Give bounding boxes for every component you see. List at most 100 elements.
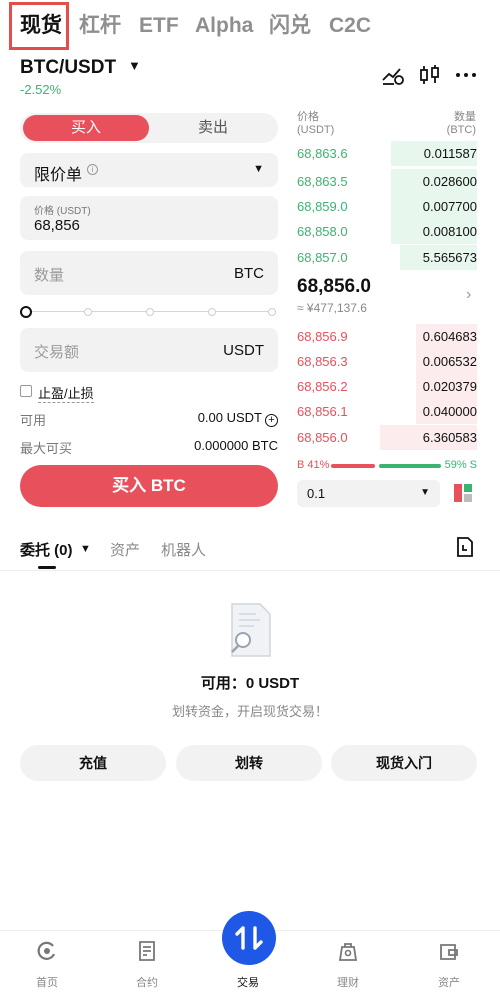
buy-tab[interactable]: 买入 xyxy=(23,115,149,141)
tab-convert[interactable]: 闪兑 xyxy=(269,12,311,40)
empty-hint: 划转资金，开启现货交易！ xyxy=(171,704,328,719)
total-input[interactable]: 交易额 USDT xyxy=(20,328,278,372)
nav-trade-label: 交易 xyxy=(237,977,259,989)
nav-assets[interactable]: 资产 xyxy=(399,931,499,1008)
bid-price: 68,856.2 xyxy=(297,379,348,394)
info-icon[interactable]: i xyxy=(87,164,98,175)
slider-stop-50[interactable] xyxy=(146,308,154,316)
sell-tab[interactable]: 卖出 xyxy=(151,115,275,141)
precision-select[interactable]: 0.1 ▼ xyxy=(297,480,440,507)
candlestick-icon[interactable] xyxy=(418,64,442,86)
buy-btc-button[interactable]: 买入 BTC xyxy=(20,465,278,507)
ask-qty: 0.011587 xyxy=(423,146,477,161)
ask-row[interactable]: 68,858.0 0.008100 xyxy=(297,219,477,244)
amount-input[interactable]: 数量 BTC xyxy=(20,251,278,295)
price-input-value[interactable]: 68,856 xyxy=(34,217,80,234)
available-row: 可用 0.00 USDT + xyxy=(20,410,278,428)
transfer-button[interactable]: 划转 xyxy=(176,745,322,781)
more-icon[interactable] xyxy=(454,64,478,86)
ask-qty: 5.565673 xyxy=(422,250,477,265)
nav-futures[interactable]: 合约 xyxy=(97,931,197,1008)
ask-qty: 0.007700 xyxy=(422,199,477,214)
slider-handle[interactable] xyxy=(20,306,32,318)
max-buy-row: 最大可买 0.000000 BTC xyxy=(20,438,278,456)
pair-selector[interactable]: BTC/USDT xyxy=(20,56,116,80)
qty-header-unit: (BTC) xyxy=(446,124,476,136)
available-value-wrap: 0.00 USDT + xyxy=(198,410,278,427)
amount-percent-slider[interactable] xyxy=(20,305,278,319)
futures-icon xyxy=(139,941,155,961)
trade-fab[interactable] xyxy=(222,911,276,965)
available-label: 可用 xyxy=(20,413,47,428)
order-type-label: 限价单 xyxy=(34,167,83,184)
slider-stop-100[interactable] xyxy=(268,308,276,316)
bid-row[interactable]: 68,856.2 0.020379 xyxy=(297,374,477,399)
tab-assets[interactable]: 资产 xyxy=(110,539,140,560)
tpsl-label[interactable]: 止盈/止损 xyxy=(38,383,94,403)
tab-bots[interactable]: 机器人 xyxy=(161,539,206,560)
nav-futures-label: 合约 xyxy=(136,977,158,989)
max-buy-value: 0.000000 BTC xyxy=(194,438,278,453)
bid-row[interactable]: 68,856.3 0.006532 xyxy=(297,349,477,374)
spot-guide-button[interactable]: 现货入门 xyxy=(331,745,477,781)
chevron-right-icon[interactable]: › xyxy=(466,286,471,304)
orderbook-qty-header: 数量 (BTC) xyxy=(426,111,476,137)
tab-alpha[interactable]: Alpha xyxy=(195,12,253,40)
bid-row[interactable]: 68,856.9 0.604683 xyxy=(297,324,477,349)
buy-ratio-label: B 41% xyxy=(297,459,330,471)
sell-ratio-bar xyxy=(379,464,441,468)
caret-down-icon: ▼ xyxy=(420,487,430,498)
last-price-fiat: ≈ ¥477,137.6 xyxy=(297,301,367,315)
earn-icon xyxy=(338,943,358,961)
ask-qty: 0.008100 xyxy=(422,224,477,239)
amount-placeholder: 数量 xyxy=(34,267,65,284)
orderbook-price-header: 价格 (USDT) xyxy=(297,111,334,137)
nav-home[interactable]: 首页 xyxy=(0,931,97,1008)
ask-row[interactable]: 68,859.0 0.007700 xyxy=(297,194,477,219)
pair-change-percent: -2.52% xyxy=(20,82,62,97)
sell-ratio-label: 59% S xyxy=(444,459,477,471)
orderbook-layout-icon[interactable] xyxy=(453,483,473,503)
bid-price: 68,856.1 xyxy=(297,404,348,419)
ask-price: 68,857.0 xyxy=(297,250,348,265)
bid-row[interactable]: 68,856.1 0.040000 xyxy=(297,399,477,424)
max-buy-label: 最大可买 xyxy=(20,441,73,456)
price-alert-icon[interactable] xyxy=(381,64,405,86)
bid-row[interactable]: 68,856.0 6.360583 xyxy=(297,425,477,450)
caret-down-icon[interactable]: ▼ xyxy=(80,543,91,555)
ask-row[interactable]: 68,863.5 0.028600 xyxy=(297,169,477,194)
slider-stop-75[interactable] xyxy=(208,308,216,316)
qty-header-label: 数量 xyxy=(454,111,476,123)
bid-qty: 0.006532 xyxy=(422,354,477,369)
add-funds-icon[interactable]: + xyxy=(265,414,278,427)
bid-qty: 0.604683 xyxy=(422,329,477,344)
order-type-select[interactable]: 限价单 i ▼ xyxy=(20,153,278,187)
tab-etf[interactable]: ETF xyxy=(139,12,179,40)
available-value: 0.00 USDT xyxy=(197,410,262,425)
bid-qty: 0.040000 xyxy=(422,404,477,419)
deposit-button[interactable]: 充值 xyxy=(20,745,166,781)
chevron-down-icon[interactable]: ▼ xyxy=(128,58,141,73)
amount-unit: BTC xyxy=(234,265,264,282)
bid-qty: 6.360583 xyxy=(422,430,477,445)
active-tab-underline xyxy=(38,566,56,569)
caret-down-icon: ▼ xyxy=(253,163,264,175)
nav-assets-label: 资产 xyxy=(438,977,460,989)
ask-row[interactable]: 68,857.0 5.565673 xyxy=(297,245,477,270)
order-history-icon[interactable] xyxy=(456,537,474,557)
tab-c2c[interactable]: C2C xyxy=(329,12,371,40)
ask-row[interactable]: 68,863.6 0.011587 xyxy=(297,141,477,166)
wallet-icon xyxy=(440,944,458,960)
ask-price: 68,863.6 xyxy=(297,146,348,161)
ask-qty: 0.028600 xyxy=(422,174,477,189)
price-header-unit: (USDT) xyxy=(297,124,335,136)
nav-earn[interactable]: 理财 xyxy=(298,931,398,1008)
tab-margin[interactable]: 杠杆 xyxy=(79,12,121,40)
price-input[interactable]: 价格 (USDT) 68,856 xyxy=(20,196,278,240)
tab-open-orders[interactable]: 委托 (0) xyxy=(20,539,73,560)
tpsl-checkbox[interactable] xyxy=(20,385,32,397)
total-placeholder: 交易额 xyxy=(34,344,80,361)
slider-stop-25[interactable] xyxy=(84,308,92,316)
last-price[interactable]: 68,856.0 xyxy=(297,276,371,298)
price-header-label: 价格 xyxy=(297,111,319,123)
